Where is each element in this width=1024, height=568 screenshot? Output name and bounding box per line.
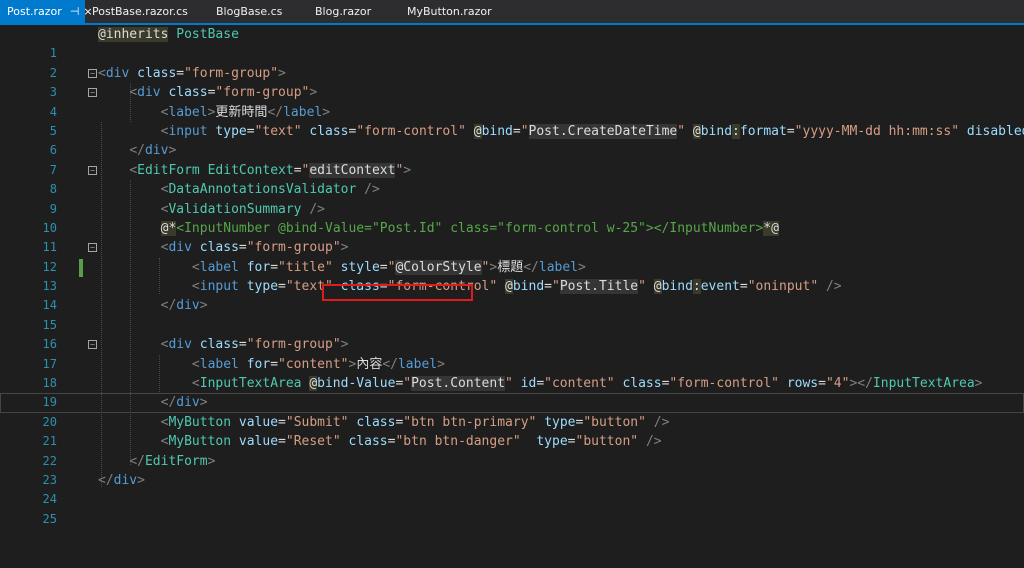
line-text: <InputTextArea @bind-Value="Post.Content… (191, 376, 983, 392)
tab-label: BlogBase.cs (216, 5, 283, 18)
code-line-11[interactable]: 11 @*<InputNumber @bind-Value="Post.Id" … (0, 219, 1024, 254)
line-text: @*<InputNumber @bind-Value="Post.Id" cla… (160, 220, 779, 236)
line-text: <ValidationSummary /> (160, 201, 325, 217)
line-text: </EditForm> (129, 453, 216, 469)
tab-post-razor[interactable]: Post.razor ⊣ × (0, 0, 93, 23)
tab-label: PostBase.razor.cs (92, 5, 188, 18)
code-line-10[interactable]: 10 <ValidationSummary /> (0, 200, 1024, 235)
code-line-21[interactable]: 21 <MyButton value="Submit" class="btn b… (0, 413, 1024, 448)
tab-blogbase-cs[interactable]: BlogBase.cs (209, 0, 289, 23)
line-text: <div class="form-group"> (129, 85, 318, 101)
line-text: </div> (160, 298, 208, 314)
line-text: <label>更新時間</label> (160, 104, 331, 120)
code-line-24[interactable]: 24 </div> (0, 471, 1024, 506)
line-text: <input type="text" class="form-control" … (160, 123, 1024, 139)
code-line-23[interactable]: 23 </EditForm> (0, 452, 1024, 487)
code-line-20[interactable]: 20 </div> (0, 393, 1024, 429)
tab-label: Post.razor (7, 5, 62, 18)
tab-postbase-razor-cs[interactable]: PostBase.razor.cs (85, 0, 195, 23)
line-text: @inherits PostBase (98, 27, 239, 42)
line-number: 25 (42, 511, 57, 526)
collapse-icon[interactable]: − (88, 340, 97, 350)
line-text: <label for="content">內容</label> (191, 356, 445, 372)
line-text: </div> (160, 395, 208, 411)
code-line-6[interactable]: 6 <input type="text" class="form-control… (0, 122, 1024, 157)
tab-label: MyButton.razor (407, 5, 492, 18)
line-text: </div> (98, 472, 145, 488)
line-text: <label for="title" style="@ColorStyle">標… (191, 259, 586, 275)
collapse-icon[interactable]: − (88, 165, 97, 175)
code-line-4[interactable]: 4 − <div class="form-group"> (0, 83, 1024, 118)
code-line-19[interactable]: 19 <InputTextArea @bind-Value="Post.Cont… (0, 374, 1024, 409)
line-text: <input type="text" class="form-control" … (191, 279, 842, 295)
change-indicator (79, 258, 83, 277)
line-text: <EditForm EditContext="editContext"> (129, 162, 412, 178)
code-line-15[interactable]: 15 </div> (0, 296, 1024, 331)
code-line-3[interactable]: 3 − <div class="form-group"> (0, 64, 1024, 99)
collapse-icon[interactable]: − (88, 243, 97, 253)
code-line-7[interactable]: 7 </div> (0, 141, 1024, 176)
code-line-13[interactable]: 13 <label for="title" style="@ColorStyle… (0, 258, 1024, 293)
line-text: <MyButton value="Reset" class="btn btn-d… (160, 434, 662, 450)
code-line-2[interactable]: 2 (0, 44, 1024, 80)
line-text: <div class="form-group"> (160, 337, 349, 353)
code-line-5[interactable]: 5 <label>更新時間</label> (0, 103, 1024, 138)
code-line-8[interactable]: 8 − <EditForm EditContext="editContext"> (0, 161, 1024, 196)
code-line-1[interactable]: 1 @inherits PostBase (0, 25, 1024, 60)
line-text: <DataAnnotationsValidator /> (160, 182, 380, 198)
tab-mybutton-razor[interactable]: MyButton.razor (400, 0, 499, 23)
code-line-12[interactable]: 12 − <div class="form-group"> (0, 238, 1024, 273)
collapse-icon[interactable]: − (88, 88, 97, 98)
code-line-25[interactable]: 25 (0, 490, 1024, 526)
line-text: <MyButton value="Submit" class="btn btn-… (160, 414, 670, 430)
code-line-22[interactable]: 22 <MyButton value="Reset" class="btn bt… (0, 432, 1024, 467)
code-line-18[interactable]: 18 <label for="content">內容</label> (0, 355, 1024, 390)
code-line-16[interactable]: 16 (0, 316, 1024, 351)
code-line-14[interactable]: 14 <input type="text" class="form-contro… (0, 277, 1024, 312)
line-text: <div class="form-group"> (160, 240, 349, 256)
code-line-17[interactable]: 17 − <div class="form-group"> (0, 335, 1024, 370)
document-tab-strip: Post.razor ⊣ × PostBase.razor.cs BlogBase.… (0, 0, 1024, 25)
collapse-icon[interactable]: − (88, 68, 97, 78)
code-line-9[interactable]: 9 <DataAnnotationsValidator /> (0, 180, 1024, 215)
tab-label: Blog.razor (315, 5, 372, 18)
tab-blog-razor[interactable]: Blog.razor (308, 0, 378, 23)
code-lines: 1 @inherits PostBase 2 3 − <div class="f… (0, 25, 1024, 526)
line-text: </div> (129, 143, 177, 159)
line-text: <div class="form-group"> (98, 65, 286, 81)
code-editor[interactable]: 1 @inherits PostBase 2 3 − <div class="f… (0, 25, 1024, 526)
pin-icon[interactable]: ⊣ (70, 5, 80, 18)
